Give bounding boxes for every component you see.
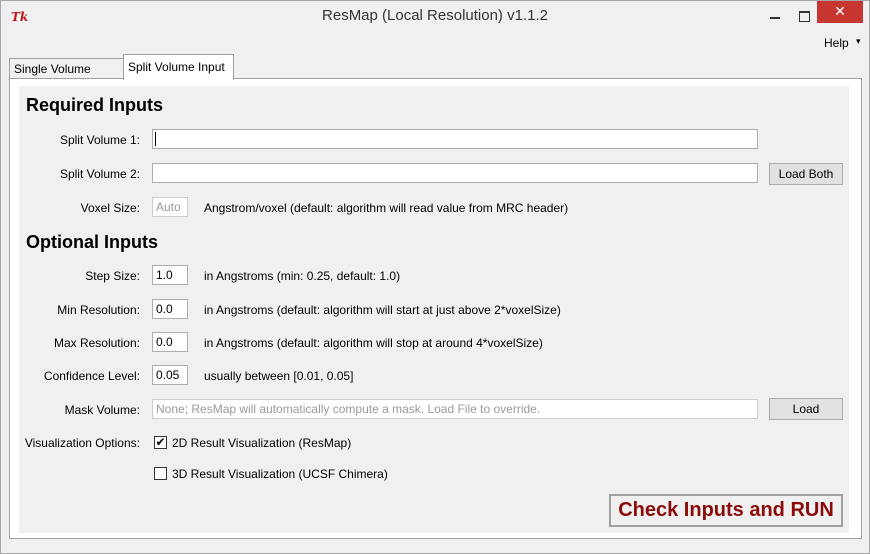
split-volume-1-input[interactable]: [152, 129, 758, 149]
vis-3d-checkbox[interactable]: [154, 467, 167, 480]
tab-split-volume-input[interactable]: Split Volume Input: [123, 54, 234, 80]
menu-bar: Help ▾: [1, 33, 869, 53]
confidence-level-hint: usually between [0.01, 0.05]: [204, 369, 354, 383]
voxel-size-label: Voxel Size:: [80, 201, 140, 215]
confidence-level-label: Confidence Level:: [43, 369, 140, 383]
split-volume-2-label: Split Volume 2:: [59, 167, 140, 181]
min-resolution-label: Min Resolution:: [57, 303, 140, 317]
vis-2d-label: 2D Result Visualization (ResMap): [172, 436, 352, 450]
visualization-options-label: Visualization Options:: [24, 436, 140, 450]
tab-label: Split Volume Input: [128, 60, 225, 74]
confidence-level-input[interactable]: [152, 365, 188, 385]
min-resolution-input[interactable]: [152, 299, 188, 319]
load-both-button[interactable]: Load Both: [769, 163, 843, 185]
step-size-hint: in Angstroms (min: 0.25, default: 1.0): [204, 269, 401, 283]
step-size-input[interactable]: [152, 265, 188, 285]
voxel-size-hint: Angstrom/voxel (default: algorithm will …: [204, 201, 569, 215]
min-resolution-hint: in Angstroms (default: algorithm will st…: [204, 303, 561, 317]
max-resolution-input[interactable]: [152, 332, 188, 352]
tab-single-volume-input[interactable]: Single Volume Input: [9, 58, 124, 96]
step-size-label: Step Size:: [85, 269, 140, 283]
window-title: ResMap (Local Resolution) v1.1.2: [322, 7, 548, 24]
vis-3d-label: 3D Result Visualization (UCSF Chimera): [172, 467, 388, 481]
run-button[interactable]: Check Inputs and RUN: [609, 494, 843, 527]
chevron-down-icon: ▾: [856, 37, 861, 47]
required-inputs-heading: Required Inputs: [26, 95, 164, 115]
close-button[interactable]: ✕: [817, 1, 863, 23]
maximize-button[interactable]: [790, 1, 818, 31]
vis-2d-checkbox[interactable]: ✔: [154, 436, 167, 449]
split-volume-2-input[interactable]: [152, 163, 758, 183]
checkmark-icon: ✔: [155, 435, 166, 449]
minimize-icon: [770, 17, 780, 19]
voxel-size-input[interactable]: [152, 197, 188, 217]
max-resolution-hint: in Angstroms (default: algorithm will st…: [204, 336, 543, 350]
minimize-button[interactable]: [761, 1, 789, 31]
close-icon: ✕: [834, 4, 846, 20]
optional-inputs-heading: Optional Inputs: [26, 232, 158, 252]
menu-help[interactable]: Help: [824, 36, 849, 50]
split-volume-1-label: Split Volume 1:: [59, 133, 140, 147]
title-bar[interactable]: Tk ResMap (Local Resolution) v1.1.2 ✕: [1, 1, 869, 31]
mask-volume-input[interactable]: [152, 399, 758, 419]
maximize-icon: [798, 10, 810, 22]
max-resolution-label: Max Resolution:: [53, 336, 140, 350]
mask-volume-label: Mask Volume:: [64, 403, 140, 417]
load-mask-button[interactable]: Load: [769, 398, 843, 420]
text-caret: [155, 132, 156, 146]
